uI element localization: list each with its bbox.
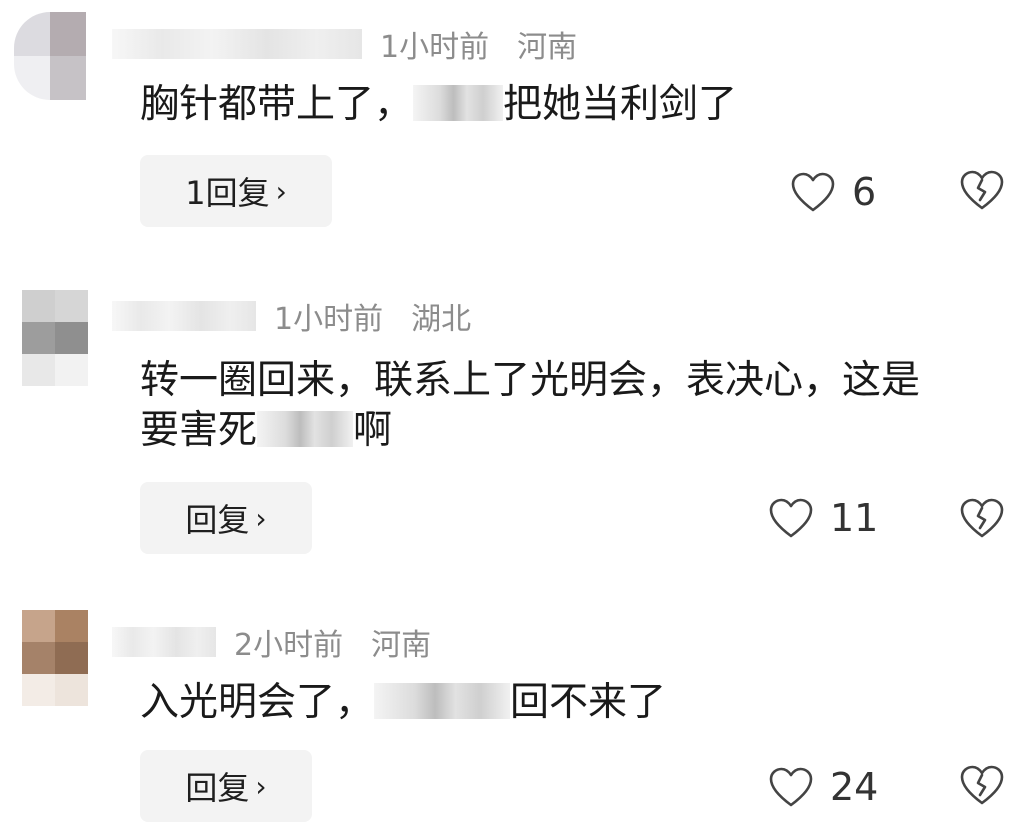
comment-location: 河南: [371, 628, 432, 663]
chevron-right-icon: ›: [275, 174, 287, 208]
comment-meta: 1小时前 湖北: [112, 296, 472, 337]
comment-time: 2小时前: [234, 628, 344, 663]
comment-location: 湖北: [411, 302, 472, 337]
comment-item: 2小时前 河南 入光明会了， 回不来了 回复 › 24: [0, 600, 1030, 836]
heart-outline-icon: [769, 767, 813, 807]
chevron-right-icon: ›: [255, 769, 267, 803]
dislike-button[interactable]: [958, 763, 1006, 811]
username[interactable]: [112, 301, 256, 331]
like-button[interactable]: 11: [768, 488, 878, 548]
broken-heart-icon: [960, 170, 1004, 210]
comment-text-part: 入光明会了，: [140, 680, 375, 725]
like-button[interactable]: 24: [768, 757, 878, 817]
avatar[interactable]: [14, 12, 86, 100]
comment-text-part: 啊: [353, 408, 393, 453]
avatar[interactable]: [22, 610, 88, 706]
reply-label: 1回复: [185, 174, 270, 212]
comment-meta: 1小时前 河南: [112, 24, 578, 65]
like-count: 24: [830, 765, 879, 809]
chevron-right-icon: ›: [255, 501, 267, 535]
like-count: 6: [852, 170, 877, 214]
comment-text-part: 回不来了: [510, 680, 667, 725]
comment-location: 河南: [517, 30, 578, 65]
heart-outline-icon: [769, 498, 813, 538]
comment-text-part: 转一圈回来，联系上了光明会，表决心，这是: [140, 358, 921, 403]
like-button[interactable]: 6: [790, 162, 876, 222]
dislike-button[interactable]: [958, 168, 1006, 216]
reply-label: 回复: [185, 769, 250, 807]
reply-button[interactable]: 回复 ›: [140, 750, 312, 822]
reply-button[interactable]: 1回复 ›: [140, 155, 332, 227]
redacted-block: [413, 85, 504, 121]
like-count: 11: [830, 496, 879, 540]
heart-outline-icon: [791, 172, 835, 212]
avatar[interactable]: [22, 290, 88, 386]
comment-item: 1小时前 河南 胸针都带上了， 把她当利剑了 1回复 › 6: [0, 0, 1030, 240]
broken-heart-icon: [960, 498, 1004, 538]
reply-label: 回复: [185, 501, 250, 539]
comment-item: 1小时前 湖北 转一圈回来，联系上了光明会，表决心，这是 要害死 啊 回复 › 1…: [0, 270, 1030, 570]
comment-meta: 2小时前 河南: [112, 622, 432, 663]
reply-button[interactable]: 回复 ›: [140, 482, 312, 554]
redacted-block: [257, 411, 354, 447]
dislike-button[interactable]: [958, 496, 1006, 544]
redacted-block: [374, 683, 511, 719]
comment-text: 胸针都带上了， 把她当利剑了: [140, 80, 1010, 130]
broken-heart-icon: [960, 765, 1004, 805]
comment-time: 1小时前: [380, 30, 490, 65]
comment-text: 转一圈回来，联系上了光明会，表决心，这是 要害死 啊: [140, 356, 1010, 456]
comment-text-part: 要害死: [140, 408, 258, 453]
username[interactable]: [112, 29, 362, 59]
comment-time: 1小时前: [274, 302, 384, 337]
comment-text-part: 把她当利剑了: [503, 82, 738, 127]
comment-text-part: 胸针都带上了，: [140, 82, 414, 127]
username[interactable]: [112, 627, 216, 657]
comment-text: 入光明会了， 回不来了: [140, 678, 1010, 728]
